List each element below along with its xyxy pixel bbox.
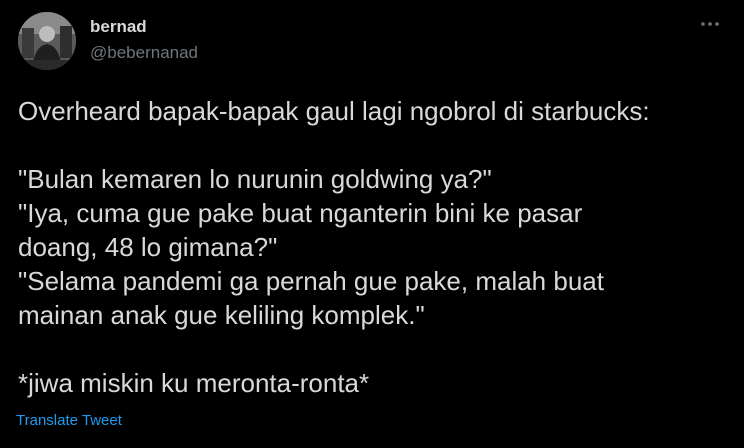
tweet-line: *jiwa miskin ku meronta-ronta* — [18, 368, 370, 398]
avatar[interactable] — [18, 12, 76, 70]
tweet-line: Overheard bapak-bapak gaul lagi ngobrol … — [18, 96, 650, 126]
tweet-line: "Iya, cuma gue pake buat nganterin bini … — [18, 198, 583, 228]
translate-tweet-link[interactable]: Translate Tweet — [16, 411, 122, 431]
author-handle[interactable]: @bebernanad — [90, 42, 198, 64]
tweet-line: mainan anak gue keliling komplek." — [18, 300, 425, 330]
more-horizontal-icon[interactable] — [698, 14, 722, 34]
tweet-line: doang, 48 lo gimana?" — [18, 232, 278, 262]
tweet-card: bernad @bebernanad Overheard bapak-bapak… — [0, 0, 744, 448]
author-name[interactable]: bernad — [90, 16, 147, 38]
avatar-photo — [18, 12, 76, 70]
tweet-text: Overheard bapak-bapak gaul lagi ngobrol … — [18, 94, 736, 400]
tweet-line: "Bulan kemaren lo nurunin goldwing ya?" — [18, 164, 492, 194]
tweet-line: "Selama pandemi ga pernah gue pake, mala… — [18, 266, 604, 296]
